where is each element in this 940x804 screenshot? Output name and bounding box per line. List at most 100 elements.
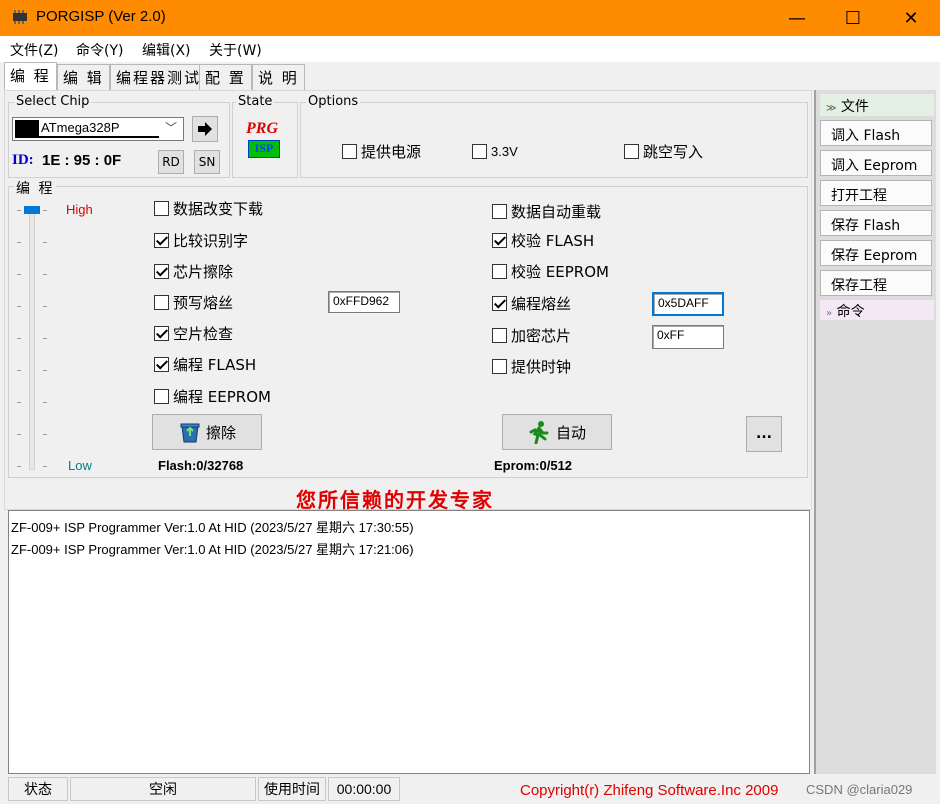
checkbox-box	[154, 388, 169, 404]
slider-tick	[43, 370, 47, 371]
option-3v3-label: 3.3V	[491, 143, 518, 159]
save-project-button[interactable]: 保存工程	[820, 270, 932, 296]
check-encrypt-chip[interactable]: 加密芯片	[492, 325, 571, 345]
menu-file[interactable]: 文件(Z)	[10, 40, 59, 60]
check-label: 数据自动重载	[511, 202, 602, 221]
prg-logo-text: PRG	[246, 120, 278, 137]
check-compare-signature[interactable]: 比较识别字	[154, 230, 248, 250]
lock-value-field[interactable]: 0xFF	[652, 325, 724, 349]
watermark-text: CSDN @claria029	[806, 782, 913, 797]
status-bar: 状态 空闲 使用时间 00:00:00 Copyright(r) Zhifeng…	[0, 774, 940, 804]
chip-app-icon	[13, 10, 27, 24]
option-skip-write-checkbox[interactable]: 跳空写入	[624, 141, 703, 161]
check-verify-flash[interactable]: 校验 FLASH	[492, 230, 594, 250]
check-prewrite-fuse[interactable]: 预写熔丝	[154, 292, 233, 312]
title-bar[interactable]: PORGISP (Ver 2.0) — ☐ ✕	[0, 0, 940, 36]
check-label: 预写熔丝	[173, 293, 234, 312]
close-button[interactable]: ✕	[882, 0, 940, 36]
tab-program[interactable]: 编 程	[4, 62, 57, 90]
slider-thumb[interactable]	[24, 206, 40, 214]
chip-color-swatch	[15, 120, 39, 138]
slider-tick	[17, 466, 21, 467]
slider-ticks-right	[43, 210, 47, 467]
prewrite-fuse-value-field[interactable]: 0xFFD962	[328, 291, 400, 313]
copyright-text: Copyright(r) Zhifeng Software.Inc 2009	[520, 782, 779, 799]
erase-button-label: 擦除	[205, 423, 236, 442]
recycle-bin-icon	[180, 423, 200, 443]
check-verify-eeprom[interactable]: 校验 EEPROM	[492, 261, 609, 281]
save-flash-button[interactable]: 保存 Flash	[820, 210, 932, 236]
load-flash-button[interactable]: 调入 Flash	[820, 120, 932, 146]
menu-about[interactable]: 关于(W)	[209, 40, 262, 60]
chip-id-value: 1E : 95 : 0F	[42, 152, 122, 169]
slider-tick	[17, 274, 21, 275]
option-power-label: 提供电源	[361, 142, 422, 161]
arrow-right-icon	[198, 122, 212, 136]
menu-command[interactable]: 命令(Y)	[76, 40, 123, 60]
command-section-header[interactable]: » 命令	[820, 300, 934, 320]
log-output[interactable]: ZF-009+ ISP Programmer Ver:1.0 At HID (2…	[8, 510, 810, 774]
minimize-button[interactable]: —	[768, 0, 826, 36]
id-label: ID:	[12, 152, 34, 168]
chip-select-dropdown[interactable]: ATmega328P ﹀	[12, 117, 184, 141]
rd-button[interactable]: RD	[158, 150, 184, 174]
slider-tick	[43, 274, 47, 275]
option-3v3-checkbox[interactable]: 3.3V	[472, 141, 518, 161]
slider-tick	[17, 242, 21, 243]
slogan-text: 您所信赖的开发专家	[296, 488, 494, 512]
check-download-on-change[interactable]: 数据改变下载	[154, 198, 263, 218]
check-program-eeprom[interactable]: 编程 EEPROM	[154, 386, 271, 406]
checkbox-box-checked	[154, 325, 169, 341]
slider-ticks-left	[17, 210, 21, 467]
tab-config[interactable]: 配 置	[199, 64, 252, 90]
eprom-info: Eprom:0/512	[494, 458, 573, 473]
checkbox-box-checked	[492, 295, 507, 311]
speed-slider[interactable]	[24, 206, 40, 470]
slider-tick	[17, 370, 21, 371]
check-provide-clock[interactable]: 提供时钟	[492, 356, 571, 376]
check-blank-check[interactable]: 空片检查	[154, 323, 233, 343]
load-eeprom-button[interactable]: 调入 Eeprom	[820, 150, 932, 176]
running-man-icon	[529, 421, 549, 444]
check-program-flash[interactable]: 编程 FLASH	[154, 354, 256, 374]
status-value: 空闲	[70, 777, 256, 801]
menu-edit[interactable]: 编辑(X)	[142, 40, 191, 60]
checkbox-box-checked	[492, 232, 507, 248]
checkbox-box	[492, 327, 507, 343]
slider-high-label: High	[66, 202, 93, 217]
chip-select-value: ATmega328P	[39, 120, 159, 138]
option-power-checkbox[interactable]: 提供电源	[342, 141, 421, 161]
slider-tick	[43, 210, 47, 211]
erase-button[interactable]: 擦除	[152, 414, 262, 450]
arrow-right-button[interactable]	[192, 116, 218, 142]
maximize-button[interactable]: ☐	[824, 0, 882, 36]
checkbox-box	[492, 203, 507, 219]
check-auto-reload[interactable]: 数据自动重载	[492, 201, 601, 221]
fuse-value-field[interactable]: 0x5DAFF	[652, 292, 724, 316]
checkbox-box	[492, 263, 507, 279]
tab-edit[interactable]: 编 辑	[57, 64, 110, 90]
check-label: 校验 EEPROM	[511, 262, 609, 281]
auto-button[interactable]: 自动	[502, 414, 612, 450]
log-line: ZF-009+ ISP Programmer Ver:1.0 At HID (2…	[11, 542, 414, 557]
slider-tick	[17, 210, 21, 211]
check-chip-erase[interactable]: 芯片擦除	[154, 261, 233, 281]
tab-programmer-test[interactable]: 编程器测试	[110, 64, 208, 90]
options-label: Options	[306, 94, 361, 109]
checkbox-box	[624, 143, 639, 159]
isp-logo-text: ISP	[254, 141, 274, 155]
open-project-button[interactable]: 打开工程	[820, 180, 932, 206]
check-label: 比较识别字	[173, 231, 249, 250]
more-button[interactable]: ...	[746, 416, 782, 452]
status-label: 状态	[8, 777, 68, 801]
save-eeprom-button[interactable]: 保存 Eeprom	[820, 240, 932, 266]
slider-low-label: Low	[68, 458, 92, 473]
check-label: 编程 FLASH	[173, 355, 257, 374]
file-section-header[interactable]: ≫ 文件	[820, 94, 934, 116]
usage-time-value: 00:00:00	[328, 777, 400, 801]
sn-button[interactable]: SN	[194, 150, 220, 174]
auto-button-label: 自动	[555, 423, 586, 442]
check-program-fuse[interactable]: 编程熔丝	[492, 293, 571, 313]
tab-help[interactable]: 说 明	[252, 64, 305, 90]
checkbox-box-checked	[154, 263, 169, 279]
